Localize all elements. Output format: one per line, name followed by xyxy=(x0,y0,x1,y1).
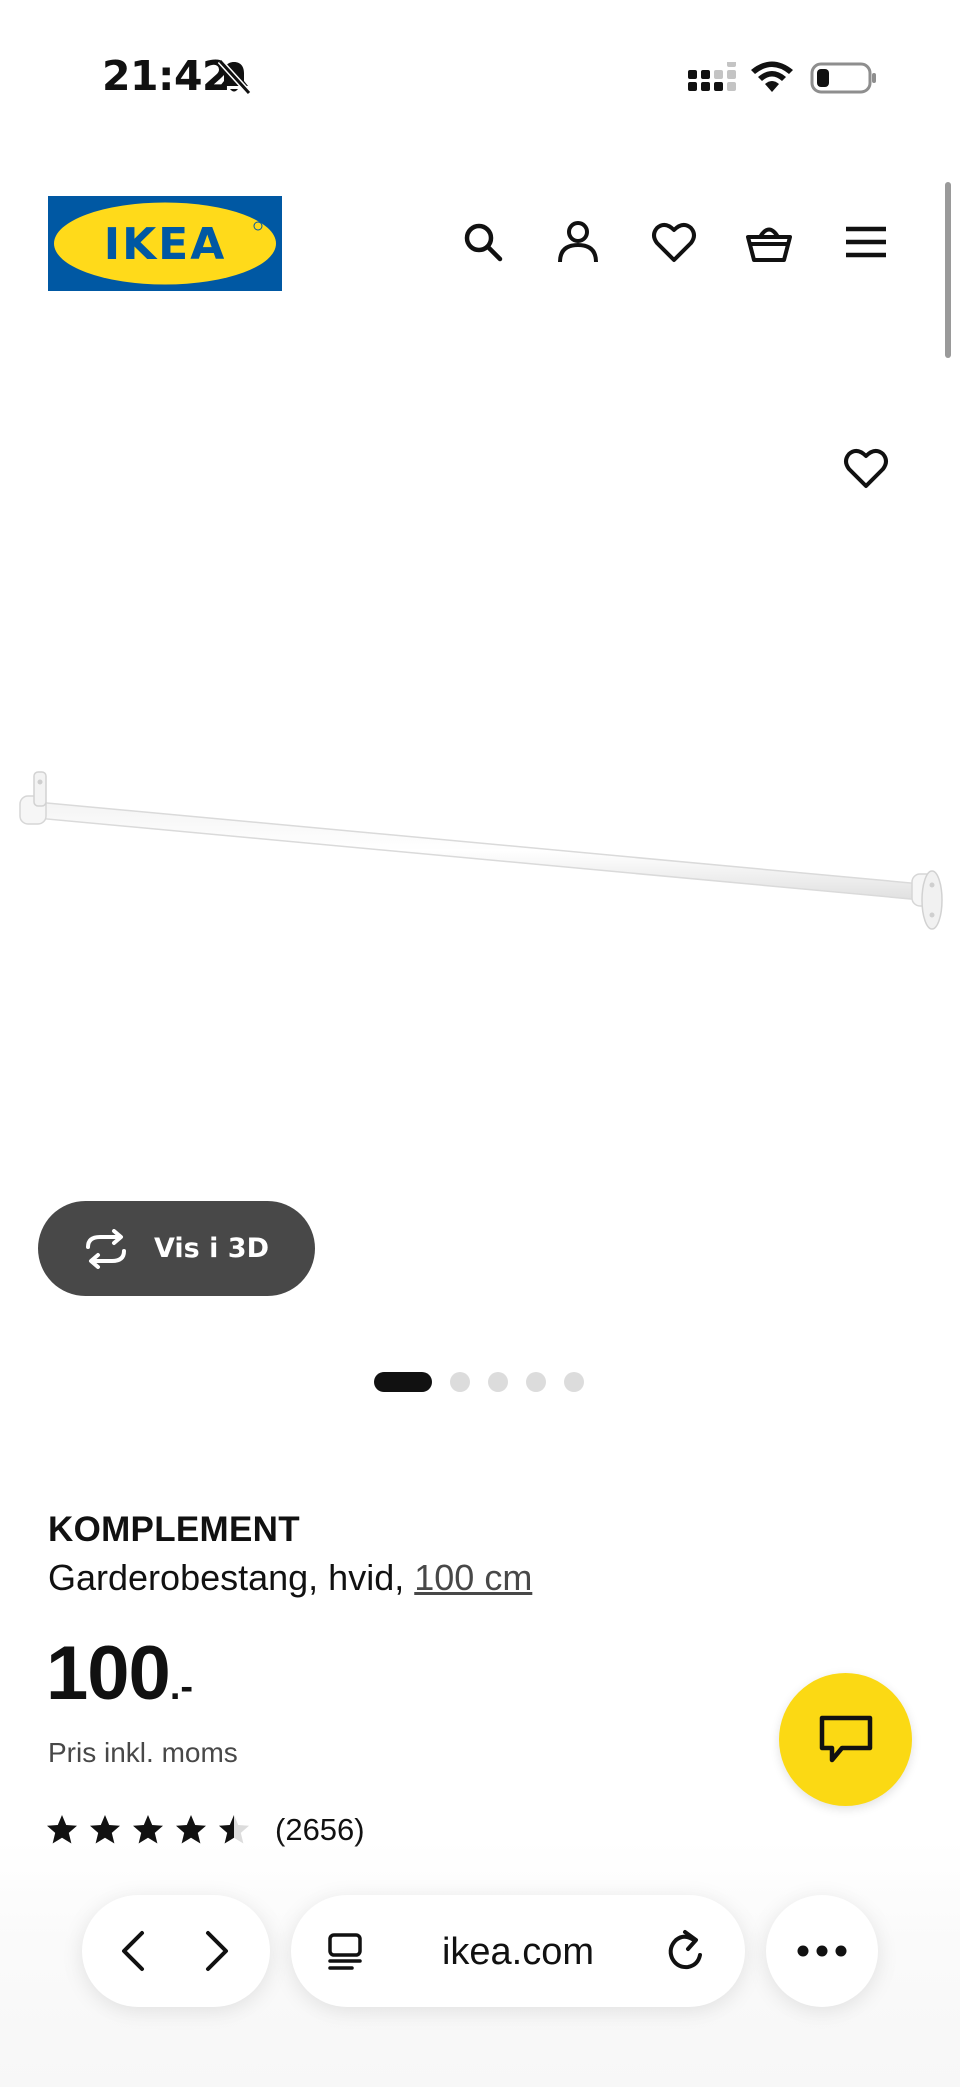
status-time: 21:42 xyxy=(102,52,231,100)
back-arrow-icon[interactable] xyxy=(112,1929,156,1973)
reload-icon[interactable] xyxy=(663,1929,707,1973)
search-icon[interactable] xyxy=(459,218,507,266)
chat-bubble-icon xyxy=(819,1715,872,1762)
forward-arrow-icon[interactable] xyxy=(194,1929,238,1973)
logo-text: IKEA xyxy=(104,219,227,270)
product-price: 100.- xyxy=(46,1630,193,1717)
product-name: KOMPLEMENT xyxy=(48,1510,300,1549)
view-in-3d-label: Vis i 3D xyxy=(154,1233,270,1264)
account-icon[interactable] xyxy=(554,218,602,266)
product-description: Garderobestang, hvid, 100 cm xyxy=(48,1557,532,1599)
browser-nav-controls xyxy=(82,1895,270,2007)
carousel-dot-3[interactable] xyxy=(488,1372,508,1392)
price-amount: 100 xyxy=(46,1631,171,1716)
view-in-3d-button[interactable]: Vis i 3D xyxy=(38,1201,315,1296)
rotate-3d-icon xyxy=(86,1228,126,1269)
price-note: Pris inkl. moms xyxy=(48,1737,238,1768)
more-options-button[interactable] xyxy=(766,1895,878,2007)
status-bar: 21:42 xyxy=(0,0,960,150)
save-to-favorites-icon[interactable] xyxy=(842,444,890,492)
product-image[interactable] xyxy=(12,760,950,940)
carousel-dot-5[interactable] xyxy=(564,1372,584,1392)
battery-low-icon xyxy=(810,62,876,94)
cellular-signal-icon xyxy=(688,62,736,91)
heart-icon[interactable] xyxy=(650,218,698,266)
more-dots-icon xyxy=(797,1945,847,1957)
carousel-dot-1[interactable] xyxy=(374,1372,432,1392)
chat-button[interactable] xyxy=(779,1673,912,1806)
rod-end-left xyxy=(19,771,47,825)
image-carousel-indicator xyxy=(374,1371,584,1393)
ikea-logo[interactable]: IKEA xyxy=(48,196,282,291)
carousel-dot-4[interactable] xyxy=(526,1372,546,1392)
product-size-link[interactable]: 100 cm xyxy=(414,1557,532,1598)
product-description-text: Garderobestang, hvid, xyxy=(48,1557,405,1598)
bell-muted-icon xyxy=(217,58,252,96)
wifi-icon xyxy=(751,61,793,92)
hamburger-menu-icon[interactable] xyxy=(842,218,890,266)
basket-icon[interactable] xyxy=(745,218,793,266)
scrollbar[interactable] xyxy=(945,182,951,358)
price-suffix: .- xyxy=(169,1666,194,1708)
carousel-dot-2[interactable] xyxy=(450,1372,470,1392)
address-bar[interactable]: ikea.com xyxy=(291,1895,745,2007)
rod-end-right xyxy=(911,870,943,930)
